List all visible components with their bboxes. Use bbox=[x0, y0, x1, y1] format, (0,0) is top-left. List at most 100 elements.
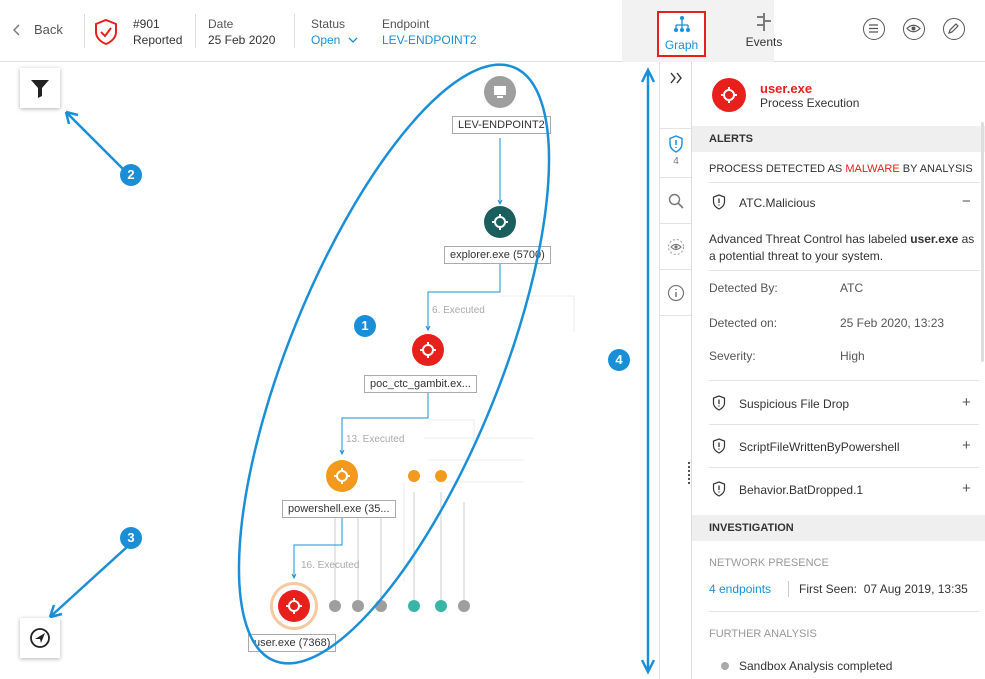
chevron-left-icon bbox=[13, 24, 20, 35]
details-strip: 4 bbox=[659, 62, 692, 679]
collapsed-node[interactable] bbox=[352, 600, 364, 612]
list-button[interactable] bbox=[863, 18, 885, 40]
process-icon bbox=[721, 87, 737, 103]
alert-name: Suspicious File Drop bbox=[739, 397, 850, 411]
edge-label: 6. Executed bbox=[432, 305, 485, 316]
separator bbox=[788, 581, 789, 597]
info-tab[interactable] bbox=[660, 272, 692, 316]
eye-icon bbox=[668, 239, 684, 255]
tab-events[interactable]: Events bbox=[744, 12, 784, 49]
process-type: Process Execution bbox=[760, 96, 860, 110]
graph-node-user-exe[interactable] bbox=[278, 590, 310, 622]
filter-icon bbox=[31, 80, 49, 98]
detected-by-label: Detected By: bbox=[709, 281, 778, 295]
divider bbox=[709, 270, 979, 271]
incident-state: Reported bbox=[133, 33, 183, 47]
scrollbar[interactable] bbox=[981, 122, 984, 362]
graph-node-endpoint[interactable] bbox=[484, 76, 516, 108]
separator bbox=[84, 14, 85, 48]
node-label: LEV-ENDPOINT2 bbox=[452, 116, 551, 134]
investigation-tab[interactable] bbox=[660, 180, 692, 224]
divider bbox=[709, 467, 979, 468]
first-seen: First Seen: 07 Aug 2019, 13:35 bbox=[799, 582, 968, 596]
date-value: 25 Feb 2020 bbox=[208, 33, 276, 47]
incident-info: #901 Reported bbox=[133, 17, 182, 47]
callout-4: 4 bbox=[608, 349, 630, 371]
edit-button[interactable] bbox=[943, 18, 965, 40]
network-heading: NETWORK PRESENCE bbox=[709, 557, 829, 569]
search-document-icon bbox=[668, 193, 684, 209]
alert-item-scriptfilewrittenbypowershell[interactable]: ScriptFileWrittenByPowershell + bbox=[692, 432, 985, 460]
graph-node-poc-ctc-gambit[interactable] bbox=[412, 334, 444, 366]
collapsed-node[interactable] bbox=[408, 470, 420, 482]
shield-alert-icon bbox=[669, 135, 683, 153]
collapse-toggle[interactable]: − bbox=[962, 193, 971, 210]
back-label: Back bbox=[34, 22, 63, 37]
collapsed-node[interactable] bbox=[408, 600, 420, 612]
alerts-tab[interactable]: 4 bbox=[660, 128, 692, 178]
desc-bold: user.exe bbox=[910, 232, 959, 246]
graph-node-explorer[interactable] bbox=[484, 206, 516, 238]
watch-button[interactable] bbox=[903, 18, 925, 40]
edge-label: 16. Executed bbox=[301, 560, 360, 571]
status-dot bbox=[721, 662, 729, 670]
process-icon bbox=[286, 598, 302, 614]
alert-item-behavior-batdropped[interactable]: Behavior.BatDropped.1 + bbox=[692, 475, 985, 503]
navigate-button[interactable] bbox=[20, 618, 60, 658]
endpoint-link[interactable]: LEV-ENDPOINT2 bbox=[382, 33, 477, 47]
status-dropdown[interactable]: Open bbox=[311, 33, 358, 47]
process-icon bbox=[420, 342, 436, 358]
tab-graph[interactable]: Graph bbox=[657, 11, 706, 57]
expand-panel-button[interactable] bbox=[660, 72, 692, 100]
detected-on-label: Detected on: bbox=[709, 316, 778, 330]
graph-edges bbox=[291, 138, 575, 602]
node-label: explorer.exe (5700) bbox=[444, 246, 551, 264]
tab-graph-label: Graph bbox=[664, 38, 699, 52]
computer-icon bbox=[494, 86, 506, 98]
detection-suffix: BY ANALYSIS bbox=[899, 163, 973, 175]
graph-icon bbox=[673, 16, 690, 32]
shield-alert-icon bbox=[712, 481, 726, 497]
callout-2: 2 bbox=[120, 164, 142, 186]
alerts-count: 4 bbox=[673, 156, 679, 167]
graph-canvas[interactable]: 6. Executed 13. Executed 16. Executed LE… bbox=[4, 62, 659, 679]
alert-item-atc-malicious[interactable]: ATC.Malicious − bbox=[692, 188, 985, 216]
collapsed-node[interactable] bbox=[435, 600, 447, 612]
shield-check-icon bbox=[95, 18, 117, 46]
eye-icon bbox=[906, 24, 921, 33]
collapsed-node[interactable] bbox=[435, 470, 447, 482]
expand-toggle[interactable]: + bbox=[962, 437, 971, 454]
shield-alert-icon bbox=[712, 194, 726, 210]
status-label: Status bbox=[311, 17, 346, 31]
graph-node-powershell[interactable] bbox=[326, 460, 358, 492]
endpoint-label: Endpoint bbox=[382, 17, 430, 31]
incident-id: #901 bbox=[133, 17, 160, 31]
tab-events-label: Events bbox=[745, 35, 783, 49]
back-button[interactable]: Back bbox=[12, 22, 63, 37]
date-info: Date 25 Feb 2020 bbox=[208, 17, 275, 47]
divider bbox=[709, 182, 979, 183]
alert-name: ScriptFileWrittenByPowershell bbox=[739, 440, 900, 454]
collapsed-node[interactable] bbox=[375, 600, 387, 612]
collapsed-node[interactable] bbox=[329, 600, 341, 612]
expand-toggle[interactable]: + bbox=[962, 394, 971, 411]
endpoints-link[interactable]: 4 endpoints bbox=[709, 582, 771, 596]
date-label: Date bbox=[208, 17, 234, 31]
expand-toggle[interactable]: + bbox=[962, 480, 971, 497]
detected-by-value: ATC bbox=[840, 281, 864, 295]
collapsed-node[interactable] bbox=[458, 600, 470, 612]
detection-highlight: MALWARE bbox=[845, 163, 900, 175]
filter-button[interactable] bbox=[20, 68, 60, 108]
node-label: poc_ctc_gambit.ex... bbox=[364, 375, 477, 393]
shield-alert-icon bbox=[712, 438, 726, 454]
alert-item-suspicious-file-drop[interactable]: Suspicious File Drop + bbox=[692, 389, 985, 417]
alert-name: Behavior.BatDropped.1 bbox=[739, 483, 864, 497]
separator bbox=[294, 14, 295, 48]
severity-value: High bbox=[840, 349, 865, 363]
endpoint-info: Endpoint LEV-ENDPOINT2 bbox=[382, 17, 477, 47]
status-info: Status Open bbox=[311, 17, 358, 47]
severity-label: Severity: bbox=[709, 349, 756, 363]
watch-tab[interactable] bbox=[660, 226, 692, 270]
divider bbox=[709, 611, 979, 612]
edit-icon bbox=[948, 23, 959, 34]
